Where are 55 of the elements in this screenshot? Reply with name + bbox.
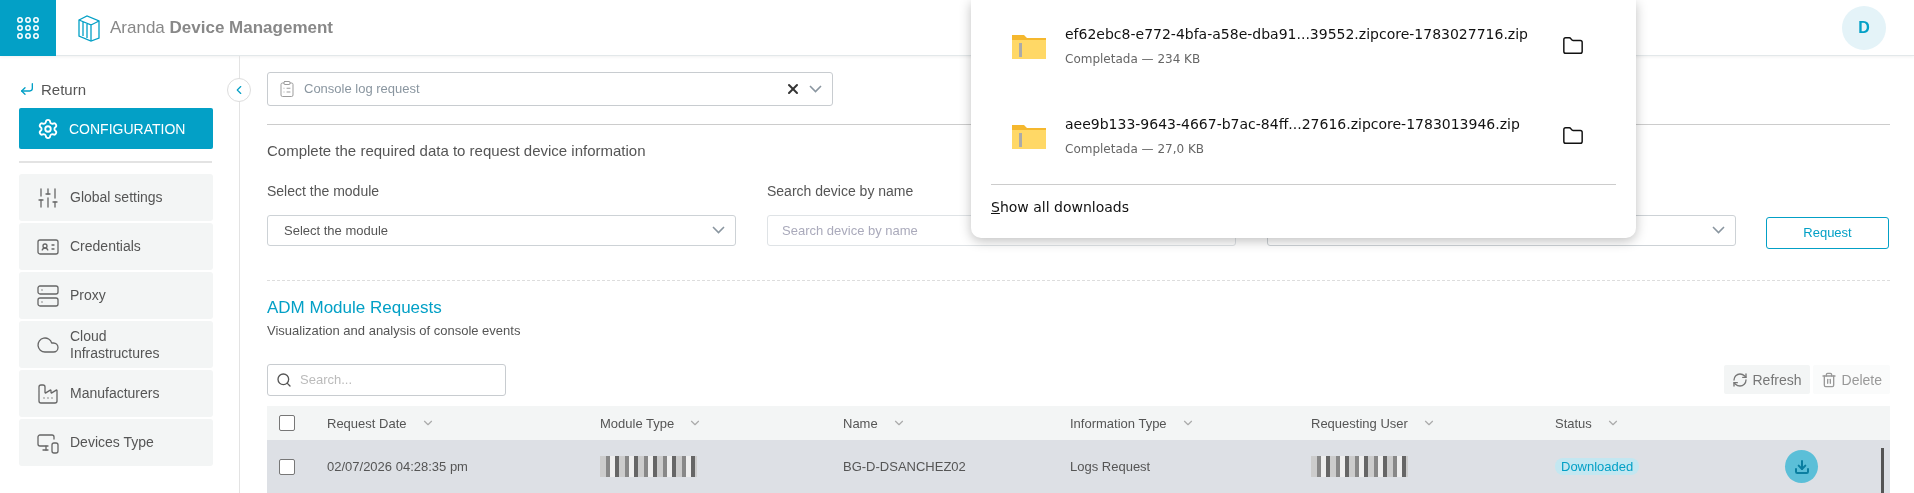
- chevron-down-icon: [712, 226, 725, 235]
- sidebar-item[interactable]: Credentials: [19, 223, 213, 270]
- trash-icon: [1820, 371, 1837, 388]
- download-icon: [1793, 458, 1810, 475]
- chevron-down-icon: [1712, 226, 1725, 235]
- show-in-folder-button[interactable]: [1562, 35, 1584, 57]
- table-row[interactable]: 02/07/2026 04:28:35 pm BG-D-DSANCHEZ02 Logs Request Downloaded: [267, 440, 1890, 493]
- clipboard-icon: [278, 79, 296, 98]
- sidebar-item-icon: [36, 381, 60, 406]
- section-subtitle: Visualization and analysis of console events: [267, 322, 522, 338]
- search-icon: [276, 371, 292, 388]
- column-header[interactable]: Requesting User: [1311, 415, 1408, 431]
- refresh-button[interactable]: Refresh: [1723, 365, 1810, 395]
- sidebar-item-icon: [36, 283, 60, 308]
- column-header[interactable]: Name: [843, 415, 878, 431]
- show-in-folder-button[interactable]: [1562, 125, 1584, 147]
- download-status: Completada — 27,0 KB: [1065, 142, 1206, 156]
- table-cell: 02/07/2026 04:28:35 pm: [327, 459, 468, 475]
- sidebar-item[interactable]: Devices Type: [19, 419, 213, 466]
- field-label: Select the module: [267, 182, 381, 199]
- dots-grid-icon: [17, 16, 39, 39]
- return-arrow-icon: [19, 81, 35, 97]
- return-link[interactable]: Return: [19, 78, 212, 100]
- folder-icon: [1562, 35, 1584, 57]
- column-header[interactable]: Module Type: [600, 415, 675, 431]
- table-search-box[interactable]: Search...: [267, 363, 506, 396]
- sidebar-item[interactable]: Proxy: [19, 272, 213, 319]
- select-all-checkbox[interactable]: [279, 415, 295, 432]
- settings-icon: [37, 117, 59, 140]
- download-file-name[interactable]: aee9b133-9643-4667-b7ac-84ff...27616.zipcore-1783013946.zip: [1065, 116, 1544, 132]
- column-header[interactable]: Request Date: [327, 415, 407, 431]
- column-header[interactable]: Status: [1555, 415, 1592, 431]
- folder-icon: [1562, 125, 1584, 147]
- table-cell: BG-D-DSANCHEZ02: [843, 459, 966, 475]
- download-file-name[interactable]: ef62ebc8-e772-4bfa-a58e-dba91...39552.zipcore-1783027716.zip: [1065, 26, 1544, 42]
- row-checkbox[interactable]: [279, 458, 295, 475]
- section-title: ADM Module Requests: [267, 297, 443, 318]
- sidebar-item[interactable]: Cloud Infrastructures: [19, 321, 213, 368]
- status-badge: Downloaded: [1555, 458, 1640, 476]
- column-header[interactable]: Information Type: [1070, 415, 1167, 431]
- select-field[interactable]: Select the module: [267, 214, 736, 246]
- app-title: Aranda Device Management: [110, 17, 333, 38]
- sidebar-item[interactable]: Manufacturers: [19, 370, 213, 417]
- refresh-icon: [1731, 371, 1748, 388]
- field-label: Search device by name: [767, 182, 915, 199]
- table-cell: Logs Request: [1070, 459, 1151, 475]
- sidebar-item[interactable]: Global settings: [19, 174, 213, 221]
- show-all-downloads-link[interactable]: Show all downloads: [991, 199, 1130, 215]
- cube-logo-icon: [76, 13, 102, 42]
- download-status: Completada — 234 KB: [1065, 52, 1202, 66]
- download-button[interactable]: [1785, 450, 1818, 484]
- collapse-sidebar-button[interactable]: [227, 78, 251, 102]
- app-grid-button[interactable]: [0, 0, 56, 56]
- chevron-down-icon: [809, 84, 822, 93]
- form-heading: Complete the required data to request device information: [267, 141, 646, 159]
